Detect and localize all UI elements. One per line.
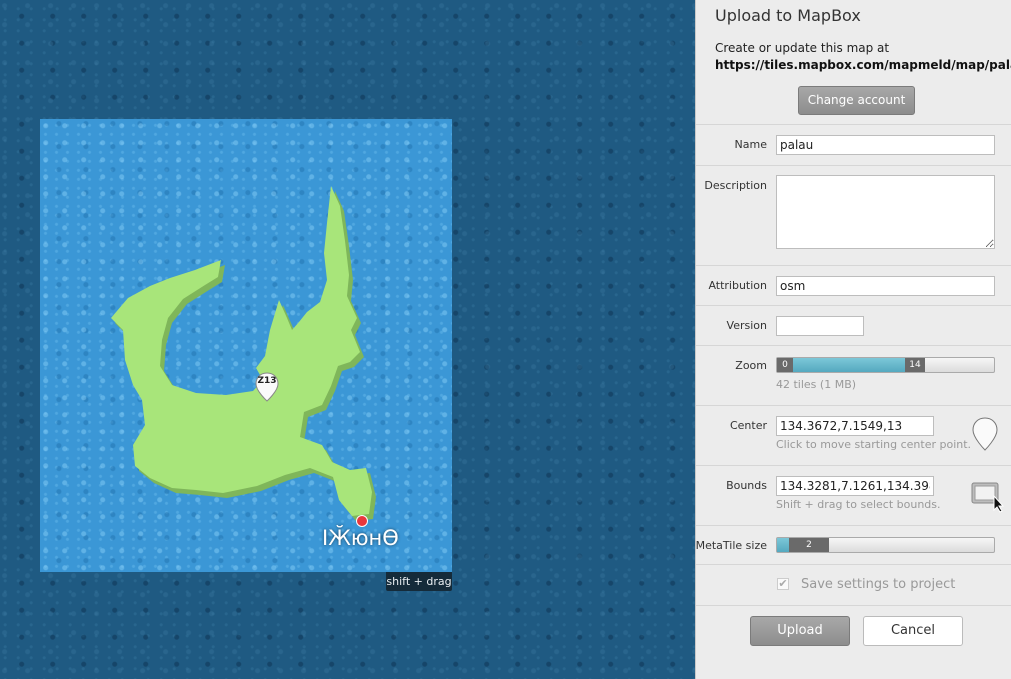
bounds-row: Bounds Shift + drag to select bounds. xyxy=(696,466,1011,526)
version-row: Version xyxy=(696,306,1011,346)
zoom-label: Zoom xyxy=(735,359,767,372)
tiles-info: 42 tiles (1 MB) xyxy=(776,378,857,391)
version-field[interactable] xyxy=(776,316,864,336)
bounds-label: Bounds xyxy=(726,479,767,492)
name-row: Name xyxy=(696,125,1011,166)
map-url: https://tiles.mapbox.com/mapmeld/map/pal… xyxy=(715,58,1011,72)
center-pin-marker[interactable]: Z13 xyxy=(255,372,279,402)
bounds-hint: Shift + drag to select bounds. xyxy=(776,498,941,511)
shift-drag-tooltip: shift + drag xyxy=(386,572,452,591)
place-name-label: ӀӁюнӨ xyxy=(322,526,399,550)
center-field[interactable] xyxy=(776,416,934,436)
save-settings-checkbox[interactable]: ✔ xyxy=(777,578,789,590)
center-hint: Click to move starting center point. xyxy=(776,438,972,451)
metatile-handle[interactable]: 2 xyxy=(789,538,829,552)
zoom-max-handle[interactable]: 14 xyxy=(905,358,925,372)
map-canvas[interactable]: Z13 ӀӁюнӨ shift + drag xyxy=(0,0,695,679)
island-landmass xyxy=(111,186,376,521)
description-field[interactable] xyxy=(776,175,995,249)
center-pin-icon[interactable] xyxy=(972,417,998,451)
zoom-row: Zoom 0 14 42 tiles (1 MB) xyxy=(696,346,1011,406)
attribution-label: Attribution xyxy=(708,279,767,292)
panel-description: Create or update this map at xyxy=(715,41,890,55)
bounds-field[interactable] xyxy=(776,476,934,496)
description-row: Description xyxy=(696,166,1011,266)
metatile-slider[interactable]: 2 xyxy=(776,537,995,553)
zoom-level-label: Z13 xyxy=(257,376,277,386)
attribution-row: Attribution xyxy=(696,266,1011,306)
center-row: Center Click to move starting center poi… xyxy=(696,406,1011,466)
metatile-label: MetaTile size xyxy=(695,539,767,552)
name-label: Name xyxy=(734,138,767,151)
panel-title: Upload to MapBox xyxy=(715,6,861,25)
zoom-min-handle[interactable]: 0 xyxy=(777,358,793,372)
version-label: Version xyxy=(726,319,767,332)
attribution-field[interactable] xyxy=(776,276,995,296)
name-field[interactable] xyxy=(776,135,995,155)
description-label: Description xyxy=(704,179,767,192)
metatile-row: MetaTile size 2 xyxy=(696,526,1011,565)
save-settings-label: Save settings to project xyxy=(801,577,956,592)
save-settings-row: ✔ Save settings to project xyxy=(696,565,1011,606)
change-account-button[interactable]: Change account xyxy=(798,86,915,115)
upload-button[interactable]: Upload xyxy=(750,616,850,646)
mouse-cursor-icon xyxy=(993,495,1005,513)
center-label: Center xyxy=(729,419,767,432)
panel-header: Upload to MapBox Create or update this m… xyxy=(696,0,1011,125)
cancel-button[interactable]: Cancel xyxy=(863,616,963,646)
upload-panel: Upload to MapBox Create or update this m… xyxy=(695,0,1011,679)
metatile-fill xyxy=(777,538,789,552)
zoom-range-fill xyxy=(777,358,914,372)
zoom-range-slider[interactable]: 0 14 xyxy=(776,357,995,373)
